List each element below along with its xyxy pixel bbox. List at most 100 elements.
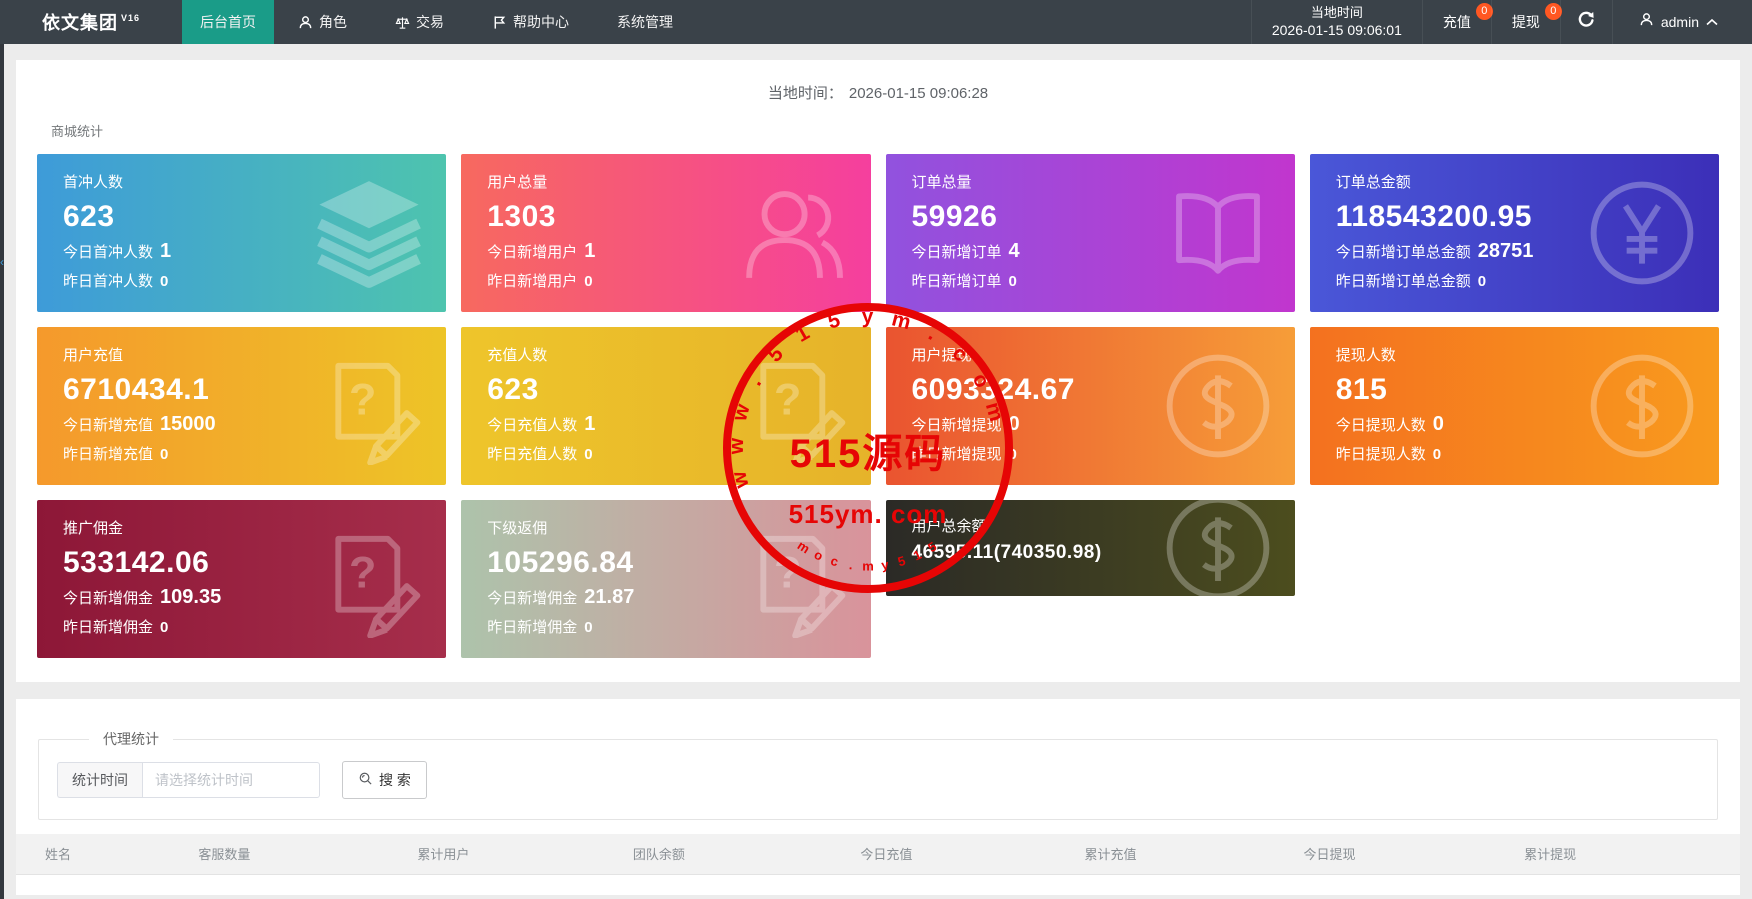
subline-label: 昨日新增订单总金额: [1336, 273, 1471, 290]
stat-card-lines: 今日首冲人数 1 昨日首冲人数 0: [63, 238, 420, 295]
search-button[interactable]: 搜 索: [342, 761, 427, 799]
chevron-up-icon: [1706, 13, 1718, 31]
subline-label: 昨日提现人数: [1336, 446, 1426, 463]
subline-label: 今日新增佣金: [487, 590, 577, 607]
brand-name: 依文集团: [42, 9, 118, 35]
subline-label: 今日新增用户: [487, 244, 577, 261]
stat-card-value: 6093324.67: [912, 372, 1269, 408]
subline-label: 今日充值人数: [487, 417, 577, 434]
subline-value: 0: [160, 273, 168, 290]
stat-card-title: 用户总余额: [912, 515, 1269, 536]
refresh-icon: [1577, 10, 1596, 34]
stat-time-label: 统计时间: [57, 762, 142, 798]
withdraw-label: 提现: [1512, 14, 1540, 30]
stat-card: 用户提现 6093324.67 今日新增提现 0 昨日新增提现 0: [886, 327, 1295, 485]
stat-card-lines: 今日新增订单4昨日新增订单0: [912, 238, 1269, 295]
stat-card-subline: 昨日新增提现 0: [912, 442, 1269, 468]
stat-card-subline: 昨日首冲人数 0: [63, 269, 420, 295]
refresh-button[interactable]: [1560, 0, 1612, 44]
table-header-7: 累计提现: [1495, 834, 1740, 874]
stat-card: 提现人数 815 今日提现人数0昨日提现人数0: [1310, 327, 1719, 485]
table-header-0: 姓名: [16, 834, 169, 874]
subline-value: 4: [1009, 240, 1020, 262]
stat-card: 充值人数 623 今日充值人数1昨日充值人数0 ?: [461, 327, 870, 485]
subline-value: 0: [160, 446, 168, 463]
brand-logo: 依文集团 V16: [0, 0, 182, 44]
nav-tab-label: 系统管理: [617, 12, 673, 32]
agent-stats-fieldset: 代理统计 统计时间 搜 索: [38, 729, 1718, 820]
subline-label: 今日新增佣金: [63, 590, 153, 607]
subline-label: 昨日新增提现: [912, 446, 1002, 463]
stat-card-lines: 今日新增佣金 21.87 昨日新增佣金 0: [487, 584, 844, 641]
sidebar-toggle-icon[interactable]: ‹: [0, 256, 4, 268]
stat-card-value: 118543200.95: [1336, 199, 1693, 235]
stat-card-subline: 今日新增提现 0: [912, 411, 1269, 439]
stat-card-subline: 昨日提现人数 0: [1336, 442, 1693, 468]
person-icon: [1639, 12, 1654, 32]
flag-icon: [492, 15, 507, 30]
collapsed-sidebar: ‹: [0, 44, 4, 899]
stat-card-title: 提现人数: [1336, 344, 1693, 365]
stat-card-lines: 今日提现人数0 昨日提现人数 0: [1336, 411, 1693, 468]
table-header-4: 今日充值: [831, 834, 1055, 874]
section-title: 商城统计: [51, 121, 1719, 140]
page-local-time-label: 当地时间：: [768, 85, 843, 102]
stat-card-subline: 今日新增佣金109.35: [63, 584, 420, 612]
stat-card-value: 105296.84: [487, 545, 844, 581]
stat-card-lines: 今日新增订单总金额28751昨日新增订单总金额0: [1336, 238, 1693, 295]
stat-card: 下级返佣 105296.84 今日新增佣金21.87昨日新增佣金0 ?: [461, 500, 870, 658]
stat-card-title: 用户提现: [912, 344, 1269, 365]
stat-card-value: 59926: [912, 199, 1269, 235]
stat-card-lines: 今日新增提现 0 昨日新增提现 0: [912, 411, 1269, 468]
agent-search-row: 统计时间 搜 索: [57, 761, 1699, 799]
nav-tab-2[interactable]: 交易: [371, 0, 468, 44]
stat-card-value: 623: [487, 372, 844, 408]
stat-card-subline: 今日新增订单4: [912, 238, 1269, 266]
subline-value: 0: [1009, 446, 1017, 463]
stat-card-lines: 今日新增用户1昨日新增用户0: [487, 238, 844, 295]
nav-tab-1[interactable]: 角色: [274, 0, 371, 44]
agent-table-header-row: 姓名客服数量累计用户团队余额今日充值累计充值今日提现累计提现: [16, 834, 1740, 874]
top-navbar: 依文集团 V16 后台首页角色交易帮助中心系统管理 当地时间 2026-01-1…: [0, 0, 1752, 44]
subline-label: 昨日新增佣金: [487, 619, 577, 636]
stat-time-input[interactable]: [142, 762, 320, 798]
nav-tab-4[interactable]: 系统管理: [593, 0, 697, 44]
stat-card-lines: 今日充值人数1昨日充值人数0: [487, 411, 844, 468]
subline-value: 0: [1433, 446, 1441, 463]
withdraw-button[interactable]: 提现 0: [1491, 0, 1560, 44]
stat-card: 订单总量 59926 今日新增订单4昨日新增订单0: [886, 154, 1295, 312]
subline-label: 昨日新增充值: [63, 446, 153, 463]
subline-value: 0: [584, 446, 592, 463]
page-local-time-value: 2026-01-15 09:06:28: [849, 85, 988, 102]
subline-value: 0: [584, 273, 592, 290]
stat-card-lines: 今日新增充值15000昨日新增充值0: [63, 411, 420, 468]
nav-tab-3[interactable]: 帮助中心: [468, 0, 593, 44]
agent-table-empty-body: [16, 875, 1740, 895]
subline-label: 今日首冲人数: [63, 244, 153, 261]
subline-value: 0: [1009, 413, 1020, 435]
admin-menu[interactable]: admin: [1612, 0, 1752, 44]
subline-label: 昨日首冲人数: [63, 273, 153, 290]
subline-value: 21.87: [584, 586, 634, 608]
admin-username: admin: [1661, 14, 1699, 30]
stat-card: 订单总金额 118543200.95 今日新增订单总金额28751昨日新增订单总…: [1310, 154, 1719, 312]
agent-stats-legend: 代理统计: [89, 729, 173, 749]
subline-label: 昨日新增佣金: [63, 619, 153, 636]
nav-tab-home[interactable]: 后台首页: [182, 0, 274, 44]
stat-card-subline: 今日首冲人数 1: [63, 238, 420, 266]
stat-card: 推广佣金 533142.06 今日新增佣金109.35昨日新增佣金0 ?: [37, 500, 446, 658]
nav-tab-label: 后台首页: [200, 12, 256, 32]
stat-card-title: 订单总金额: [1336, 171, 1693, 192]
user-icon: [298, 15, 313, 30]
stat-card-subline: 今日提现人数0: [1336, 411, 1693, 439]
stat-card-subline: 昨日新增佣金0: [63, 615, 420, 641]
brand-version: V16: [121, 13, 140, 23]
recharge-button[interactable]: 充值 0: [1422, 0, 1491, 44]
subline-value: 0: [584, 619, 592, 636]
scales-icon: [395, 15, 410, 30]
stat-card-value: 46595.11(740350.98): [912, 541, 1269, 565]
subline-label: 今日新增提现: [912, 417, 1002, 434]
page-local-time: 当地时间： 2026-01-15 09:06:28: [37, 82, 1719, 103]
subline-label: 今日新增订单总金额: [1336, 244, 1471, 261]
subline-value: 1: [160, 240, 171, 262]
